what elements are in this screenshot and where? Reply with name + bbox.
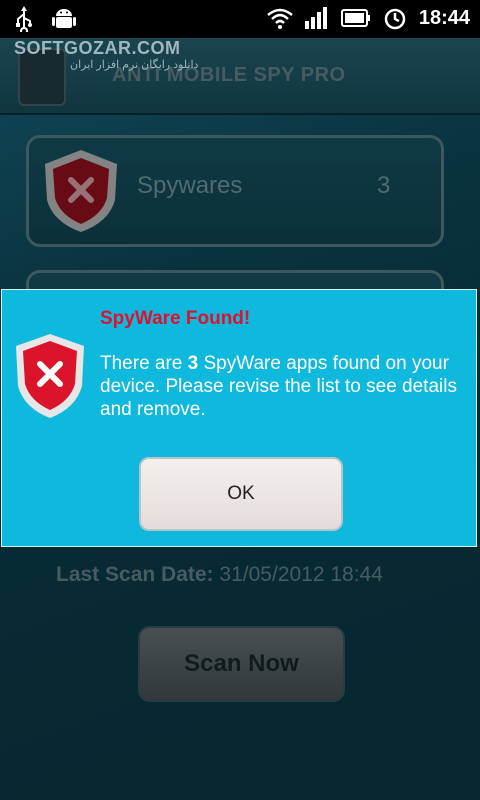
status-bar: 18:44: [0, 0, 480, 38]
wifi-icon: [267, 7, 293, 29]
battery-icon: [340, 9, 371, 27]
spyware-found-dialog: SpyWare Found! There are 3 SpyWare apps …: [1, 289, 477, 547]
signal-icon: [304, 7, 329, 29]
alarm-icon: [383, 6, 407, 30]
watermark: SOFTGOZAR.COM: [14, 38, 181, 58]
watermark-subtext: دانلود رایگان نرم افزار ایران: [70, 59, 199, 71]
shield-x-icon: [14, 332, 86, 425]
dialog-title: SpyWare Found!: [100, 308, 251, 329]
dialog-message: There are 3 SpyWare apps found on your d…: [100, 352, 468, 421]
dialog-message-prefix: There are: [100, 353, 188, 374]
usb-icon: [14, 6, 34, 32]
status-time: 18:44: [418, 6, 470, 29]
android-icon: [52, 6, 76, 32]
dialog-message-count: 3: [187, 353, 199, 374]
ok-button[interactable]: OK: [139, 457, 343, 531]
